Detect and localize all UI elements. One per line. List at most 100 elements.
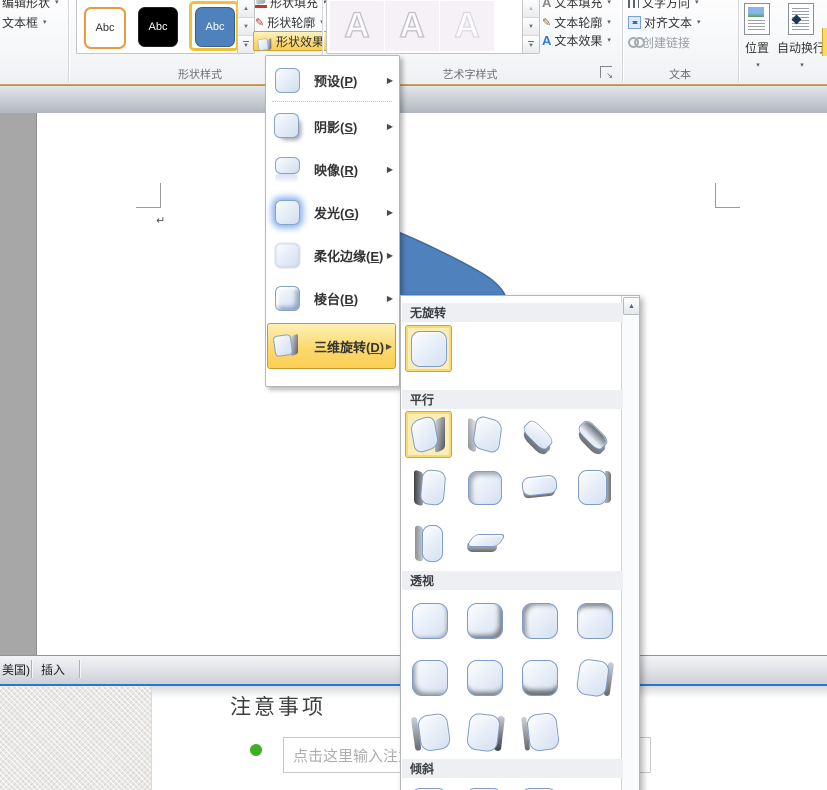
status-insert-mode[interactable]: 插入	[41, 656, 65, 682]
shape-effects-menu: 预设(P) 阴影(S) 映像(R) 发光(G) 柔化边缘(E) 棱台(B)	[265, 55, 400, 387]
cube-icon	[409, 329, 449, 369]
rotation-preset[interactable]	[515, 782, 562, 790]
gallery-up-icon[interactable]	[523, 0, 539, 18]
cube-icon	[519, 467, 559, 507]
submenu-arrow-icon	[386, 342, 392, 351]
bevel-icon	[272, 283, 302, 313]
text-effects-button[interactable]: A 文本效果	[542, 31, 611, 49]
rotation-preset[interactable]	[460, 782, 507, 790]
dialog-launcher-icon[interactable]	[600, 66, 613, 80]
ribbon: 编辑形状 文本框 Abc Abc Abc 形状填充 ✎ 形状轮廓	[0, 0, 827, 84]
wrap-text-dropdown-icon	[798, 56, 804, 70]
shape-style-option-2[interactable]: Abc	[138, 7, 178, 47]
rotation-preset[interactable]	[460, 653, 507, 700]
gallery-more-icon[interactable]	[523, 36, 539, 53]
gallery-more-icon[interactable]	[238, 36, 254, 53]
rotation-preset[interactable]	[460, 519, 507, 566]
rotation-preset[interactable]	[460, 708, 507, 755]
text-group-label: 文本	[669, 69, 691, 81]
create-link-button[interactable]: 创建链接	[628, 33, 690, 51]
shape-style-selected-frame: Abc	[189, 1, 239, 51]
shape-effects-button[interactable]: 形状效果	[253, 31, 337, 51]
text-direction-icon	[628, 0, 639, 8]
shape-fill-button[interactable]: 形状填充	[255, 0, 327, 11]
menu-item-preset[interactable]: 预设(P)	[268, 59, 396, 101]
text-effects-label: 文本效果	[554, 33, 603, 48]
wordart-option-1[interactable]: A	[330, 1, 384, 51]
text-boundary-mark	[715, 183, 740, 208]
text-outline-icon: ✎	[542, 16, 552, 29]
align-text-button[interactable]: 对齐文本	[628, 13, 701, 31]
rotation-preset[interactable]	[515, 411, 562, 458]
rotation-preset[interactable]	[460, 596, 507, 643]
rotation-preset[interactable]	[515, 653, 562, 700]
cube-icon	[519, 600, 559, 640]
text-direction-button[interactable]: 文字方向	[628, 0, 699, 11]
text-fill-label: 文本填充	[554, 0, 603, 10]
rotation-preset[interactable]	[570, 411, 617, 458]
wordart-option-2[interactable]: A	[385, 1, 439, 51]
create-link-icon	[628, 36, 645, 48]
section-header-no-rotation: 无旋转	[402, 303, 623, 322]
rotation-preset[interactable]	[405, 653, 452, 700]
shape-outline-button[interactable]: ✎ 形状轮廓	[255, 13, 324, 31]
menu-item-shadow[interactable]: 阴影(S)	[268, 105, 396, 147]
shape-style-option-1[interactable]: Abc	[84, 7, 126, 49]
rotation-preset[interactable]	[515, 463, 562, 510]
section-header-perspective: 透视	[402, 571, 623, 590]
submenu-arrow-icon	[387, 294, 393, 303]
wordart-gallery-scroll	[522, 0, 539, 53]
menu-item-soft-edges[interactable]: 柔化边缘(E)	[268, 234, 396, 276]
wrap-text-button[interactable]: 自动换行	[776, 3, 826, 70]
rotation-preset[interactable]	[570, 463, 617, 510]
cube-icon	[406, 709, 451, 754]
rotation-preset[interactable]	[515, 596, 562, 643]
create-link-label: 创建链接	[642, 35, 691, 50]
gallery-down-icon[interactable]	[523, 18, 539, 36]
hatched-background	[0, 686, 152, 790]
section-header-oblique: 倾斜	[402, 759, 623, 778]
gallery-up-icon[interactable]	[238, 0, 254, 18]
rotation-preset[interactable]	[515, 708, 562, 755]
cube-icon	[464, 523, 507, 563]
rotation-preset[interactable]	[405, 782, 452, 790]
rotation-preset[interactable]	[460, 463, 507, 510]
shape-outline-icon: ✎	[255, 16, 265, 29]
menu-item-glow[interactable]: 发光(G)	[268, 191, 396, 233]
shape-style-option-3-selected[interactable]: Abc	[195, 7, 235, 47]
rotation-preset[interactable]	[570, 596, 617, 643]
text-outline-label: 文本轮廓	[554, 15, 603, 30]
screen: 编辑形状 文本框 Abc Abc Abc 形状填充 ✎ 形状轮廓	[0, 0, 827, 790]
rotation-preset[interactable]	[405, 411, 452, 458]
position-button[interactable]: 位置	[741, 3, 773, 70]
rotation-preset[interactable]	[405, 519, 452, 566]
menu-item-3d-rotation[interactable]: 三维旋转(D)	[267, 323, 396, 369]
rotation-preset-none-selected[interactable]	[405, 325, 452, 372]
text-box-label: 文本框	[2, 15, 39, 30]
text-box-button[interactable]: 文本框	[2, 13, 47, 31]
text-effects-icon: A	[542, 32, 552, 48]
blue-rounded-shape[interactable]	[398, 222, 518, 302]
cube-icon	[409, 523, 449, 563]
clipped-highlight-button	[822, 28, 827, 56]
menu-item-reflection[interactable]: 映像(R)	[268, 148, 396, 190]
text-fill-button[interactable]: A 文本填充	[542, 0, 611, 11]
text-outline-button[interactable]: ✎ 文本轮廓	[542, 13, 611, 31]
shape-style-gallery-scroll	[237, 0, 254, 53]
rotation-preset[interactable]	[460, 411, 507, 458]
submenu-scrollbar[interactable]: ▲	[621, 296, 640, 790]
rotation-preset[interactable]	[405, 596, 452, 643]
rotation-preset[interactable]	[570, 653, 617, 700]
cube-icon	[516, 709, 561, 754]
status-language[interactable]: 美国)	[2, 656, 30, 682]
gallery-down-icon[interactable]	[238, 18, 254, 36]
wordart-option-3[interactable]: A	[440, 1, 494, 51]
group-divider	[68, 0, 69, 82]
edit-shape-button[interactable]: 编辑形状	[2, 0, 59, 11]
scroll-up-icon[interactable]: ▲	[623, 297, 640, 315]
position-dropdown-icon	[754, 56, 760, 70]
menu-item-bevel[interactable]: 棱台(B)	[268, 277, 396, 319]
rotation-preset[interactable]	[405, 463, 452, 510]
submenu-arrow-icon	[387, 165, 393, 174]
rotation-preset[interactable]	[405, 708, 452, 755]
